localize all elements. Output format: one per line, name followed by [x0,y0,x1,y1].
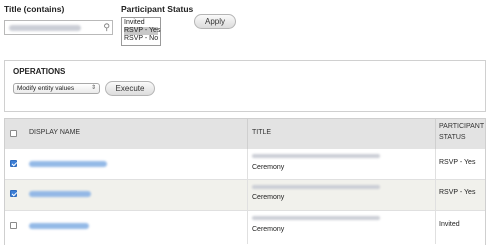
column-participant[interactable]: PARTICIPANT [439,123,484,130]
autocomplete-icon: ⚲ [103,22,110,32]
participant-status: RSVP - Yes [439,189,476,196]
execute-button[interactable]: Execute [105,81,155,96]
row-checkbox[interactable] [10,160,17,167]
select-all-checkbox[interactable] [10,130,17,137]
operations-select-value: Modify entity values [17,85,75,92]
row-checkbox[interactable] [10,222,17,229]
title-filter-label: Title (contains) [4,4,65,14]
participant-status: RSVP - Yes [439,159,476,166]
participant-status-label: Participant Status [121,4,194,14]
participant-status-listbox[interactable]: Invited RSVP - Yes RSVP - No [121,17,161,46]
table-row: Ceremony RSVP - Yes [5,179,485,211]
status-option-rsvp-yes[interactable]: RSVP - Yes [124,27,160,35]
title-line-2: Ceremony [252,164,285,171]
participant-status: Invited [439,221,460,228]
table-header: DISPLAY NAME TITLE PARTICIPANT STATUS [5,119,485,150]
display-name-link[interactable] [29,191,91,197]
table-row: Ceremony RSVP - Yes [5,149,485,179]
results-table: DISPLAY NAME TITLE PARTICIPANT STATUS Ce… [4,118,486,245]
title-filter-input[interactable]: ⚲ [4,20,113,35]
apply-button[interactable]: Apply [194,14,236,29]
operations-fieldset: OPERATIONS Modify entity values ⇕ Execut… [4,60,486,112]
column-display-name[interactable]: DISPLAY NAME [29,129,80,136]
column-status[interactable]: STATUS [439,134,466,141]
display-name-link[interactable] [29,161,107,167]
title-line-1 [252,154,380,158]
title-line-1 [252,185,380,189]
row-checkbox[interactable] [10,190,17,197]
table-row: Ceremony Invited [5,211,485,244]
status-option-invited[interactable]: Invited [124,19,158,27]
display-name-link[interactable] [29,223,89,229]
status-option-rsvp-no[interactable]: RSVP - No [124,35,158,43]
title-filter-input-text [9,25,81,31]
operations-heading: OPERATIONS [13,67,66,76]
title-line-2: Ceremony [252,226,285,233]
column-title[interactable]: TITLE [252,129,271,136]
title-line-2: Ceremony [252,194,285,201]
select-arrows-icon: ⇕ [90,85,96,91]
operations-select[interactable]: Modify entity values ⇕ [13,83,100,94]
title-line-1 [252,216,380,220]
